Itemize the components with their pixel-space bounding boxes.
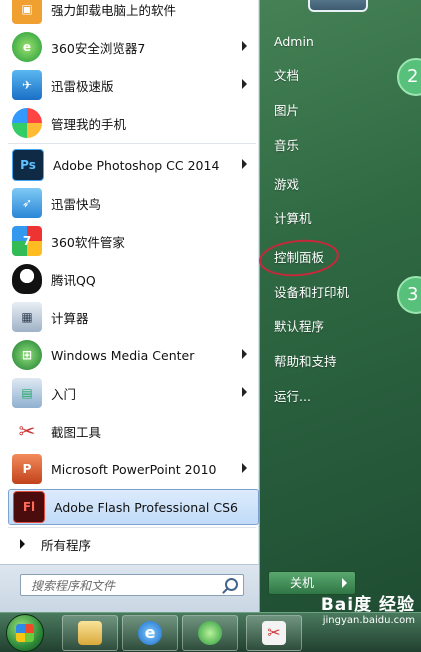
right-item-help-support[interactable]: 帮助和支持 (268, 348, 414, 376)
menu-item-powerpoint[interactable]: P Microsoft PowerPoint 2010 (8, 451, 257, 487)
thunder-icon: ✈ (12, 70, 42, 100)
taskbar-360[interactable] (182, 615, 238, 651)
right-item-music[interactable]: 音乐 (268, 132, 414, 160)
snipping-tool-icon: ✂ (262, 621, 286, 645)
flash-icon: Fl (13, 491, 45, 523)
submenu-arrow-icon (242, 463, 247, 473)
menu-item-photoshop[interactable]: Ps Adobe Photoshop CC 2014 (8, 147, 257, 183)
phone-manager-icon (12, 108, 42, 138)
menu-item-label: 计算器 (51, 310, 89, 326)
snipping-tool-icon: ✂ (12, 416, 42, 446)
uninstall-box-icon: ▣ (12, 0, 42, 24)
menu-item-360-software[interactable]: 7 360软件管家 (8, 223, 257, 259)
browser-360-icon: e (12, 32, 42, 62)
submenu-arrow-icon (242, 349, 247, 359)
menu-item-label: 360安全浏览器7 (51, 40, 146, 56)
watermark-url: jingyan.baidu.com (322, 615, 415, 626)
menu-item-phone-manager[interactable]: 管理我的手机 (8, 105, 257, 141)
ie-icon: e (138, 621, 162, 645)
expand-triangle-icon (20, 539, 25, 549)
search-input[interactable]: 搜索程序和文件 (20, 574, 244, 596)
taskbar-snipping[interactable]: ✂ (246, 615, 302, 651)
user-avatar[interactable] (308, 0, 368, 12)
menu-item-label: 迅雷快鸟 (51, 196, 102, 212)
photoshop-icon: Ps (12, 149, 44, 181)
photoshop-icon-text: Ps (20, 158, 36, 172)
all-programs-label: 所有程序 (41, 537, 92, 553)
right-item-documents[interactable]: 文档 (268, 62, 414, 90)
start-menu-programs-pane: ▣ 强力卸载电脑上的软件 e 360安全浏览器7 ✈ 迅雷极速版 管理我的手机 … (0, 0, 260, 613)
menu-item-media-center[interactable]: ⊞ Windows Media Center (8, 337, 257, 373)
separator (8, 143, 256, 144)
menu-item-getting-started[interactable]: ▤ 入门 (8, 375, 257, 411)
menu-item-label: 迅雷极速版 (51, 78, 114, 94)
menu-item-uninstall[interactable]: ▣ 强力卸载电脑上的软件 (8, 0, 257, 27)
software-manager-icon: 7 (12, 226, 42, 256)
start-orb-icon[interactable] (6, 614, 44, 652)
search-placeholder: 搜索程序和文件 (31, 579, 116, 593)
watermark-brand: Bai度 经验 (320, 595, 415, 615)
menu-item-label: 截图工具 (51, 424, 102, 440)
right-item-run[interactable]: 运行... (268, 383, 414, 411)
search-icon[interactable] (225, 578, 238, 591)
right-item-admin[interactable]: Admin (268, 28, 414, 56)
right-item-games[interactable]: 游戏 (268, 171, 414, 199)
menu-item-thunder[interactable]: ✈ 迅雷极速版 (8, 67, 257, 103)
menu-item-label: 管理我的手机 (51, 116, 127, 132)
right-item-default-programs[interactable]: 默认程序 (268, 313, 414, 341)
flash-icon-text: Fl (22, 500, 36, 514)
calculator-icon: ▦ (12, 302, 42, 332)
right-item-devices-printers[interactable]: 设备和打印机 (268, 279, 414, 307)
menu-item-label: 强力卸载电脑上的软件 (51, 2, 177, 18)
menu-item-label: 入门 (51, 386, 77, 402)
menu-item-flash[interactable]: Fl Adobe Flash Professional CS6 (8, 489, 259, 525)
submenu-arrow-icon (242, 159, 247, 169)
watermark: Bai度 经验 jingyan.baidu.com (321, 590, 415, 626)
search-area: 搜索程序和文件 (0, 564, 259, 613)
right-item-computer[interactable]: 计算机 (268, 205, 414, 233)
powerpoint-icon: P (12, 454, 42, 484)
submenu-arrow-icon (242, 79, 247, 89)
menu-item-label: 腾讯QQ (51, 272, 96, 288)
taskbar-explorer[interactable] (62, 615, 118, 651)
submenu-arrow-icon (242, 41, 247, 51)
submenu-arrow-icon (242, 387, 247, 397)
separator (8, 527, 256, 528)
menu-item-thunder-bird[interactable]: ➶ 迅雷快鸟 (8, 185, 257, 221)
thunder-bird-icon: ➶ (12, 188, 42, 218)
menu-item-label: Adobe Flash Professional CS6 (54, 499, 238, 515)
qq-penguin-icon (12, 264, 42, 294)
right-item-pictures[interactable]: 图片 (268, 97, 414, 125)
menu-item-label: 360软件管家 (51, 234, 125, 250)
taskbar-ie[interactable]: e (122, 615, 178, 651)
menu-item-360-browser[interactable]: e 360安全浏览器7 (8, 29, 257, 65)
menu-item-label: Windows Media Center (51, 347, 195, 363)
menu-item-snipping-tool[interactable]: ✂ 截图工具 (8, 413, 257, 449)
menu-item-calculator[interactable]: ▦ 计算器 (8, 299, 257, 335)
all-programs-button[interactable]: 所有程序 (8, 531, 256, 557)
browser-360-icon (198, 621, 222, 645)
getting-started-icon: ▤ (12, 378, 42, 408)
menu-item-qq[interactable]: 腾讯QQ (8, 261, 257, 297)
menu-item-label: Adobe Photoshop CC 2014 (53, 157, 220, 173)
folder-icon (78, 621, 102, 645)
media-center-icon: ⊞ (12, 340, 42, 370)
menu-item-label: Microsoft PowerPoint 2010 (51, 461, 217, 477)
